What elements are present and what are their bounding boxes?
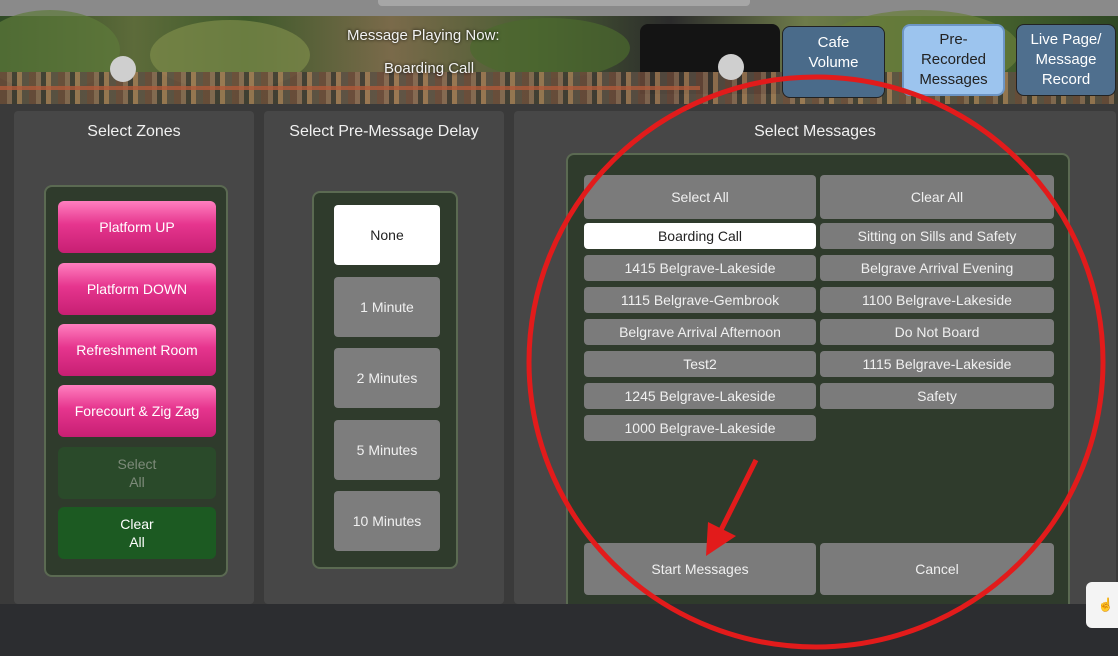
delay-5-minutes-button[interactable]: 5 Minutes — [334, 420, 440, 480]
message-item[interactable]: Belgrave Arrival Afternoon — [584, 319, 816, 345]
message-item[interactable]: 1100 Belgrave-Lakeside — [820, 287, 1054, 313]
hand-pointer-icon: ☝ — [1097, 597, 1115, 612]
live-page-message-record-button[interactable]: Live Page/Message Record — [1016, 24, 1116, 96]
zones-clear-all-button[interactable]: Clear All — [58, 507, 216, 559]
zones-select-all-button[interactable]: Select All — [58, 447, 216, 499]
messages-title: Select Messages — [754, 123, 876, 140]
header-banner: Message Playing Now: Boarding Call Cafe V… — [0, 0, 1118, 104]
delay-box: None 1 Minute 2 Minutes 5 Minutes 10 Min… — [312, 191, 458, 569]
message-item[interactable]: Test2 — [584, 351, 816, 377]
message-item[interactable]: 1000 Belgrave-Lakeside — [584, 415, 816, 441]
banner-knob-right — [718, 54, 744, 80]
message-item[interactable]: 1115 Belgrave-Lakeside — [820, 351, 1054, 377]
banner-knob-left — [110, 56, 136, 82]
message-item[interactable]: Belgrave Arrival Evening — [820, 255, 1054, 281]
pre-recorded-messages-button[interactable]: Pre- Recorded Messages — [902, 24, 1005, 96]
zone-platform-down-button[interactable]: Platform DOWN — [58, 263, 216, 315]
cancel-button[interactable]: Cancel — [820, 543, 1054, 595]
zone-forecourt-button[interactable]: Forecourt & Zig Zag — [58, 385, 216, 437]
messages-panel: Select Messages Select All Clear All Boa… — [514, 111, 1116, 613]
message-item[interactable]: Safety — [820, 383, 1054, 409]
now-playing-label: Message Playing Now: — [347, 27, 500, 44]
delay-10-minutes-button[interactable]: 10 Minutes — [334, 491, 440, 551]
delay-2-minutes-button[interactable]: 2 Minutes — [334, 348, 440, 408]
message-item[interactable]: Boarding Call — [584, 223, 816, 249]
message-item[interactable]: 1115 Belgrave-Gembrook — [584, 287, 816, 313]
messages-box: Select All Clear All Boarding Call 1415 … — [566, 153, 1070, 613]
zone-platform-up-button[interactable]: Platform UP — [58, 201, 216, 253]
zone-refreshment-room-button[interactable]: Refreshment Room — [58, 324, 216, 376]
delay-panel: Select Pre-Message Delay None 1 Minute 2… — [264, 111, 504, 604]
footer-bar — [0, 604, 1118, 656]
cafe-volume-button[interactable]: Cafe Volume — [782, 26, 885, 98]
now-playing-value: Boarding Call — [384, 60, 475, 77]
message-item[interactable]: 1415 Belgrave-Lakeside — [584, 255, 816, 281]
zones-panel: Select Zones Platform UP Platform DOWN R… — [14, 111, 254, 604]
delay-none-button[interactable]: None — [334, 205, 440, 265]
delay-title: Select Pre-Message Delay — [289, 123, 479, 140]
messages-clear-all-button[interactable]: Clear All — [820, 175, 1054, 219]
zones-box: Platform UP Platform DOWN Refreshment Ro… — [44, 185, 228, 577]
messages-select-all-button[interactable]: Select All — [584, 175, 816, 219]
delay-1-minute-button[interactable]: 1 Minute — [334, 277, 440, 337]
message-item[interactable]: Do Not Board — [820, 319, 1054, 345]
message-item[interactable]: 1245 Belgrave-Lakeside — [584, 383, 816, 409]
side-tab[interactable]: ☝ — [1086, 582, 1118, 628]
message-item[interactable]: Sitting on Sills and Safety — [820, 223, 1054, 249]
start-messages-button[interactable]: Start Messages — [584, 543, 816, 595]
zones-title: Select Zones — [87, 123, 181, 140]
